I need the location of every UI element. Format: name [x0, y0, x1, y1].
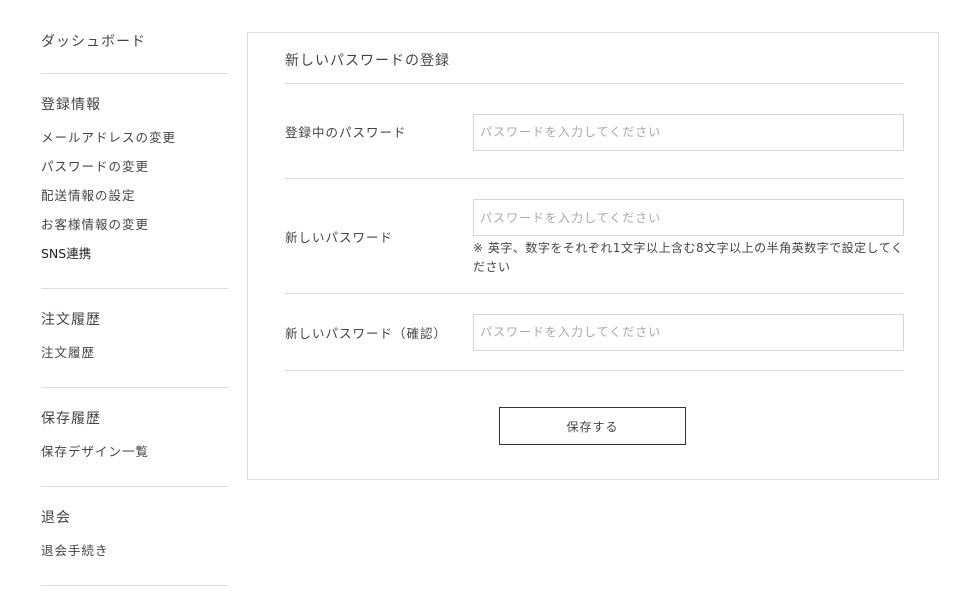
new-password-row: 新しいパスワード ※ 英字、数字をそれぞれ1文字以上含む8文字以上の半角英数字で… — [285, 179, 904, 294]
new-password-input[interactable] — [473, 199, 904, 236]
current-password-row: 登録中のパスワード — [285, 84, 904, 179]
sidebar-item-change-email[interactable]: メールアドレスの変更 — [41, 123, 228, 152]
sidebar-item-change-password[interactable]: パスワードの変更 — [41, 152, 228, 181]
save-button[interactable]: 保存する — [499, 407, 686, 445]
sidebar-item-shipping-settings[interactable]: 配送情報の設定 — [41, 181, 228, 210]
sidebar-divider — [41, 585, 228, 586]
current-password-label: 登録中のパスワード — [285, 124, 407, 140]
form-actions: 保存する — [285, 407, 904, 445]
sidebar-section-registration: 登録情報 メールアドレスの変更 パスワードの変更 配送情報の設定 お客様情報の変… — [41, 74, 228, 288]
confirm-password-row: 新しいパスワード（確認） — [285, 294, 904, 371]
sidebar-item-sns-link[interactable]: SNS連携 — [41, 239, 228, 268]
sidebar-heading-withdraw: 退会 — [41, 510, 71, 526]
sidebar-item-withdraw-procedure[interactable]: 退会手続き — [41, 536, 228, 565]
page: ダッシュボード 登録情報 メールアドレスの変更 パスワードの変更 配送情報の設定… — [0, 0, 975, 601]
sidebar-heading-saved: 保存履歴 — [41, 411, 101, 427]
confirm-password-label: 新しいパスワード（確認） — [285, 325, 448, 341]
sidebar-item-saved-designs[interactable]: 保存デザイン一覧 — [41, 437, 228, 466]
sidebar-section-saved: 保存履歴 保存デザイン一覧 — [41, 388, 228, 486]
password-form: 新しいパスワードの登録 登録中のパスワード 新しいパスワード ※ 英字、数字をそ… — [285, 33, 904, 445]
current-password-input[interactable] — [473, 113, 904, 151]
sidebar: ダッシュボード 登録情報 メールアドレスの変更 パスワードの変更 配送情報の設定… — [41, 30, 228, 586]
page-title: 新しいパスワードの登録 — [285, 33, 904, 84]
sidebar-heading-orders: 注文履歴 — [41, 312, 101, 328]
new-password-label: 新しいパスワード — [285, 229, 394, 245]
confirm-password-input[interactable] — [473, 313, 904, 351]
password-panel: 新しいパスワードの登録 登録中のパスワード 新しいパスワード ※ 英字、数字をそ… — [247, 32, 939, 480]
password-requirements-hint: ※ 英字、数字をそれぞれ1文字以上含む8文字以上の半角英数字で設定してください — [473, 241, 904, 274]
sidebar-item-customer-info[interactable]: お客様情報の変更 — [41, 210, 228, 239]
sidebar-section-orders: 注文履歴 注文履歴 — [41, 289, 228, 387]
sidebar-item-order-history[interactable]: 注文履歴 — [41, 338, 228, 367]
sidebar-item-dashboard[interactable]: ダッシュボード — [41, 30, 228, 73]
sidebar-section-withdraw: 退会 退会手続き — [41, 487, 228, 585]
sidebar-heading-registration: 登録情報 — [41, 97, 101, 113]
